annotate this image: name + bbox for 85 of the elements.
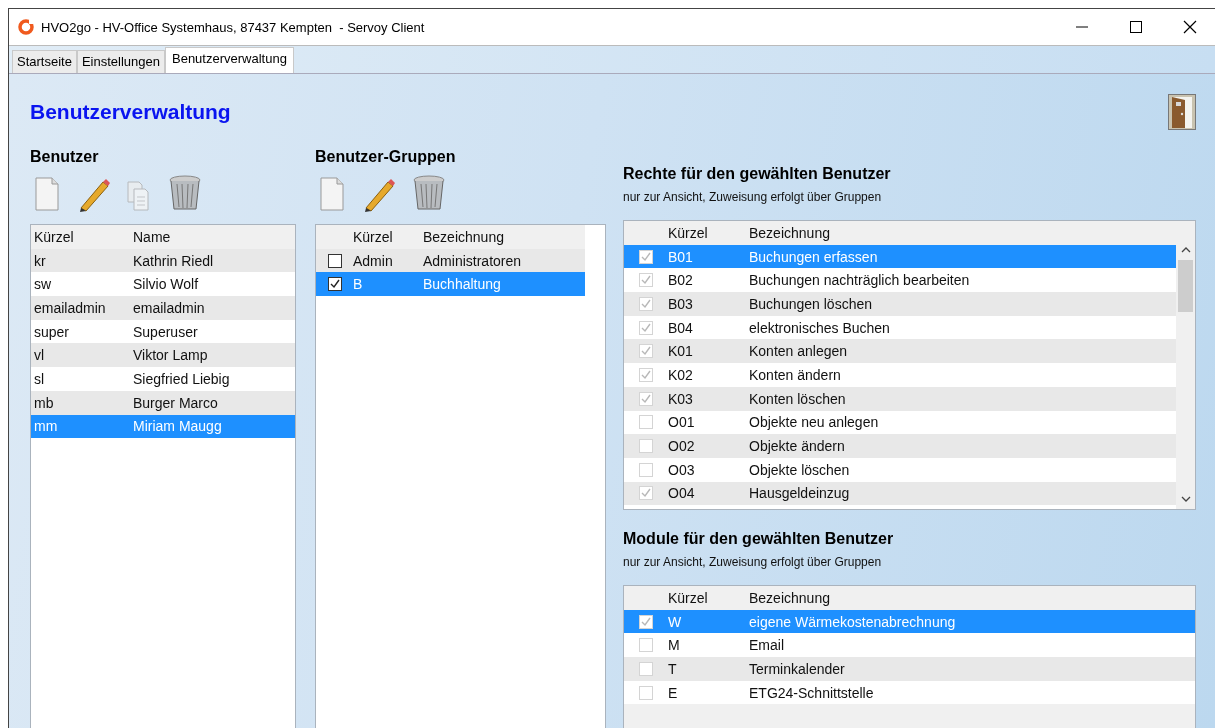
section-heading: Rechte für den gewählten Benutzer — [623, 165, 892, 183]
table-row[interactable]: Admin Administratoren — [316, 248, 585, 273]
table-cell-text: Email — [749, 637, 785, 654]
table-cell-text: eigene Wärmekostenabrechnung — [749, 613, 957, 630]
table-cell-text: B — [353, 276, 364, 293]
table-cell-text: Konten löschen — [749, 390, 847, 407]
table-cell-text: sl — [33, 370, 46, 387]
checkbox[interactable] — [327, 253, 342, 268]
trash-can-icon[interactable] — [167, 174, 203, 212]
table-row[interactable]: mb Burger Marco — [31, 390, 295, 415]
table-cell-text: Admin — [353, 252, 394, 269]
maximize-icon[interactable] — [1129, 20, 1143, 34]
table-cell-text: O04 — [668, 485, 696, 502]
scroll-down-icon[interactable] — [1180, 495, 1191, 503]
table-cell-text: O02 — [668, 438, 696, 455]
section-note: nur zur Ansicht, Zuweisung erfolgt über Gruppen — [623, 190, 883, 204]
table-cell-text: ETG24-Schnittstelle — [749, 684, 875, 701]
scrollbar[interactable] — [1176, 221, 1195, 509]
section-heading: Benutzer-Gruppen — [315, 148, 457, 166]
table-cell-text: kr — [33, 252, 47, 269]
table-cell-text: O01 — [668, 414, 696, 431]
table-cell-text: mb — [33, 394, 55, 411]
table-cell-text: emailadmin — [33, 299, 107, 316]
table-row[interactable]: vl Viktor Lamp — [31, 343, 295, 368]
table-cell-text: Konten anlegen — [749, 343, 849, 360]
app-logo-icon — [18, 19, 34, 35]
table-cell-text: M — [668, 637, 681, 654]
table-cell-text: Superuser — [133, 323, 199, 340]
section-heading: Module für den gewählten Benutzer — [623, 530, 895, 548]
table-cell-text: Siegfried Liebig — [133, 370, 231, 387]
table-cell-text: Administratoren — [423, 252, 523, 269]
checkbox[interactable] — [327, 277, 342, 292]
table-row[interactable]: sw Silvio Wolf — [31, 272, 295, 297]
table-cell-text: Buchungen erfassen — [749, 248, 879, 265]
column-header[interactable]: Kürzel — [353, 228, 423, 245]
table-cell-text: Konten ändern — [749, 366, 842, 383]
table-cell-text: B04 — [668, 319, 694, 336]
table-cell-text: W — [668, 613, 683, 630]
table-cell-text: Objekte neu anlegen — [749, 414, 880, 431]
section-note: nur zur Ansicht, Zuweisung erfolgt über Gruppen — [623, 555, 883, 569]
door-icon[interactable] — [1168, 94, 1196, 130]
section-heading: Benutzer — [30, 148, 100, 166]
tab[interactable]: Startseite — [12, 50, 77, 73]
window-title: HVO2go - HV-Office Systemhaus, 87437 Kempten - Servoy Client — [41, 19, 425, 35]
table-cell-text: sw — [33, 276, 53, 293]
table-cell-text: vl — [33, 347, 46, 364]
table-cell-text: K03 — [668, 390, 694, 407]
table-cell-text: Kathrin Riedl — [133, 252, 215, 269]
close-icon[interactable] — [1183, 20, 1197, 34]
table-cell-text: B02 — [668, 272, 694, 289]
table-cell-text: Burger Marco — [133, 394, 219, 411]
table-cell-text: Miriam Maugg — [133, 418, 223, 435]
table-row[interactable]: kr Kathrin Riedl — [31, 248, 295, 273]
table-row[interactable]: sl Siegfried Liebig — [31, 367, 295, 391]
table-cell-text: Buchungen löschen — [749, 295, 873, 312]
table-cell-text: Terminkalender — [749, 660, 846, 677]
trash-can-icon[interactable] — [411, 174, 447, 212]
table-cell-text: Hausgeldeinzug — [749, 485, 851, 502]
table-cell-text: T — [668, 660, 678, 677]
table-cell-text: Objekte löschen — [749, 461, 851, 478]
table-cell-text: Silvio Wolf — [133, 276, 200, 293]
table-cell-text: Viktor Lamp — [133, 347, 209, 364]
tab[interactable]: Einstellungen — [76, 50, 165, 73]
table-cell-text: Buchungen nachträglich bearbeiten — [749, 272, 971, 289]
column-header[interactable]: Name — [133, 228, 295, 245]
table-cell-text: K02 — [668, 366, 694, 383]
table-cell-text: B01 — [668, 248, 694, 265]
table-cell-text: B03 — [668, 295, 694, 312]
scrollbar-thumb[interactable] — [1178, 260, 1193, 312]
tab[interactable]: Benutzerverwaltung — [165, 47, 294, 73]
table-cell-text: emailadmin — [133, 299, 206, 316]
table-cell-text: Objekte ändern — [749, 438, 846, 455]
table-row[interactable]: emailadmin emailadmin — [31, 296, 295, 320]
table-cell-text: mm — [33, 418, 59, 435]
page-title: Benutzerverwaltung — [30, 100, 231, 124]
table-cell-text: E — [668, 684, 679, 701]
column-header[interactable]: Bezeichnung — [423, 228, 585, 245]
column-header[interactable]: Kürzel — [31, 228, 133, 245]
table-cell-text: super — [33, 323, 71, 340]
table-cell-text: O03 — [668, 461, 696, 478]
table-cell-text: K01 — [668, 343, 694, 360]
scroll-up-icon[interactable] — [1180, 246, 1191, 254]
table-cell-text: Buchhaltung — [423, 276, 502, 293]
table-row[interactable]: super Superuser — [31, 319, 295, 344]
table-cell-text: elektronisches Buchen — [749, 319, 891, 336]
